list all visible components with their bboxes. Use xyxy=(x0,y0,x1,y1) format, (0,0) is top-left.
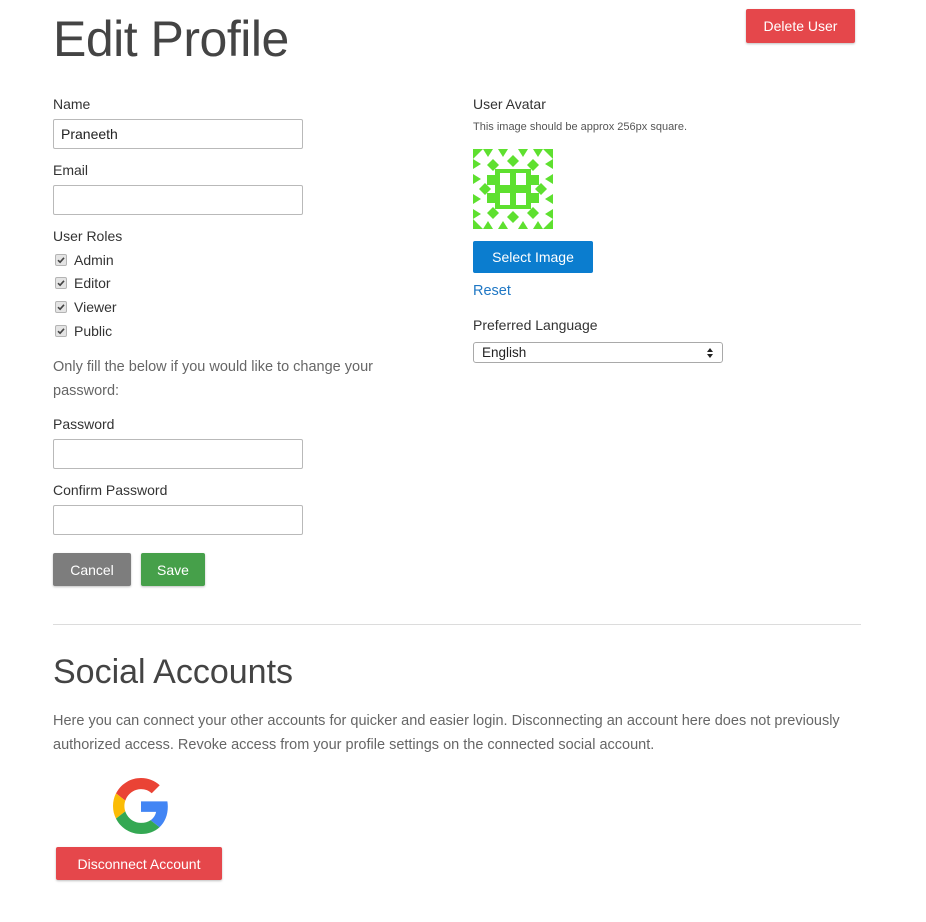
role-admin-label: Admin xyxy=(74,252,114,268)
avatar-size-note: This image should be approx 256px square… xyxy=(473,121,688,133)
confirm-password-label: Confirm Password xyxy=(53,482,168,498)
language-selected-value: English xyxy=(482,345,527,360)
email-field[interactable] xyxy=(53,185,303,215)
select-image-button[interactable]: Select Image xyxy=(473,241,593,273)
user-roles-label: User Roles xyxy=(53,228,123,244)
role-admin-checkbox[interactable] xyxy=(55,254,67,266)
role-editor[interactable]: Editor xyxy=(55,274,111,292)
reset-avatar-link[interactable]: Reset xyxy=(473,283,511,299)
checkmark-icon xyxy=(57,328,65,335)
password-field[interactable] xyxy=(53,439,303,469)
role-viewer-label: Viewer xyxy=(74,299,117,315)
password-help-text: Only fill the below if you would like to… xyxy=(53,359,373,399)
social-accounts-description: Here you can connect your other accounts… xyxy=(53,713,840,753)
cancel-button[interactable]: Cancel xyxy=(53,553,131,586)
language-select[interactable]: English xyxy=(473,342,723,363)
user-avatar-label: User Avatar xyxy=(473,96,546,112)
preferred-language-label: Preferred Language xyxy=(473,317,598,333)
social-accounts-title: Social Accounts xyxy=(53,653,294,691)
edit-profile-page: Edit Profile Delete User Name Email User… xyxy=(0,0,926,922)
role-editor-label: Editor xyxy=(74,275,111,291)
role-viewer-checkbox[interactable] xyxy=(55,301,67,313)
save-button[interactable]: Save xyxy=(141,553,205,586)
checkmark-icon xyxy=(57,280,65,287)
role-public[interactable]: Public xyxy=(55,322,112,340)
role-public-label: Public xyxy=(74,323,113,339)
disconnect-account-button[interactable]: Disconnect Account xyxy=(56,847,222,880)
avatar-image xyxy=(473,149,553,229)
name-label: Name xyxy=(53,96,91,112)
section-divider xyxy=(53,624,861,625)
checkmark-icon xyxy=(57,257,65,264)
role-viewer[interactable]: Viewer xyxy=(55,298,117,316)
role-admin[interactable]: Admin xyxy=(55,251,114,269)
name-field[interactable] xyxy=(53,119,303,149)
role-editor-checkbox[interactable] xyxy=(55,277,67,289)
page-title: Edit Profile xyxy=(53,11,289,67)
role-public-checkbox[interactable] xyxy=(55,325,67,337)
delete-user-button[interactable]: Delete User xyxy=(746,9,855,43)
password-label: Password xyxy=(53,416,115,432)
google-icon xyxy=(113,778,168,834)
confirm-password-field[interactable] xyxy=(53,505,303,535)
select-arrows-icon xyxy=(707,347,713,358)
email-label: Email xyxy=(53,162,89,178)
checkmark-icon xyxy=(57,304,65,311)
